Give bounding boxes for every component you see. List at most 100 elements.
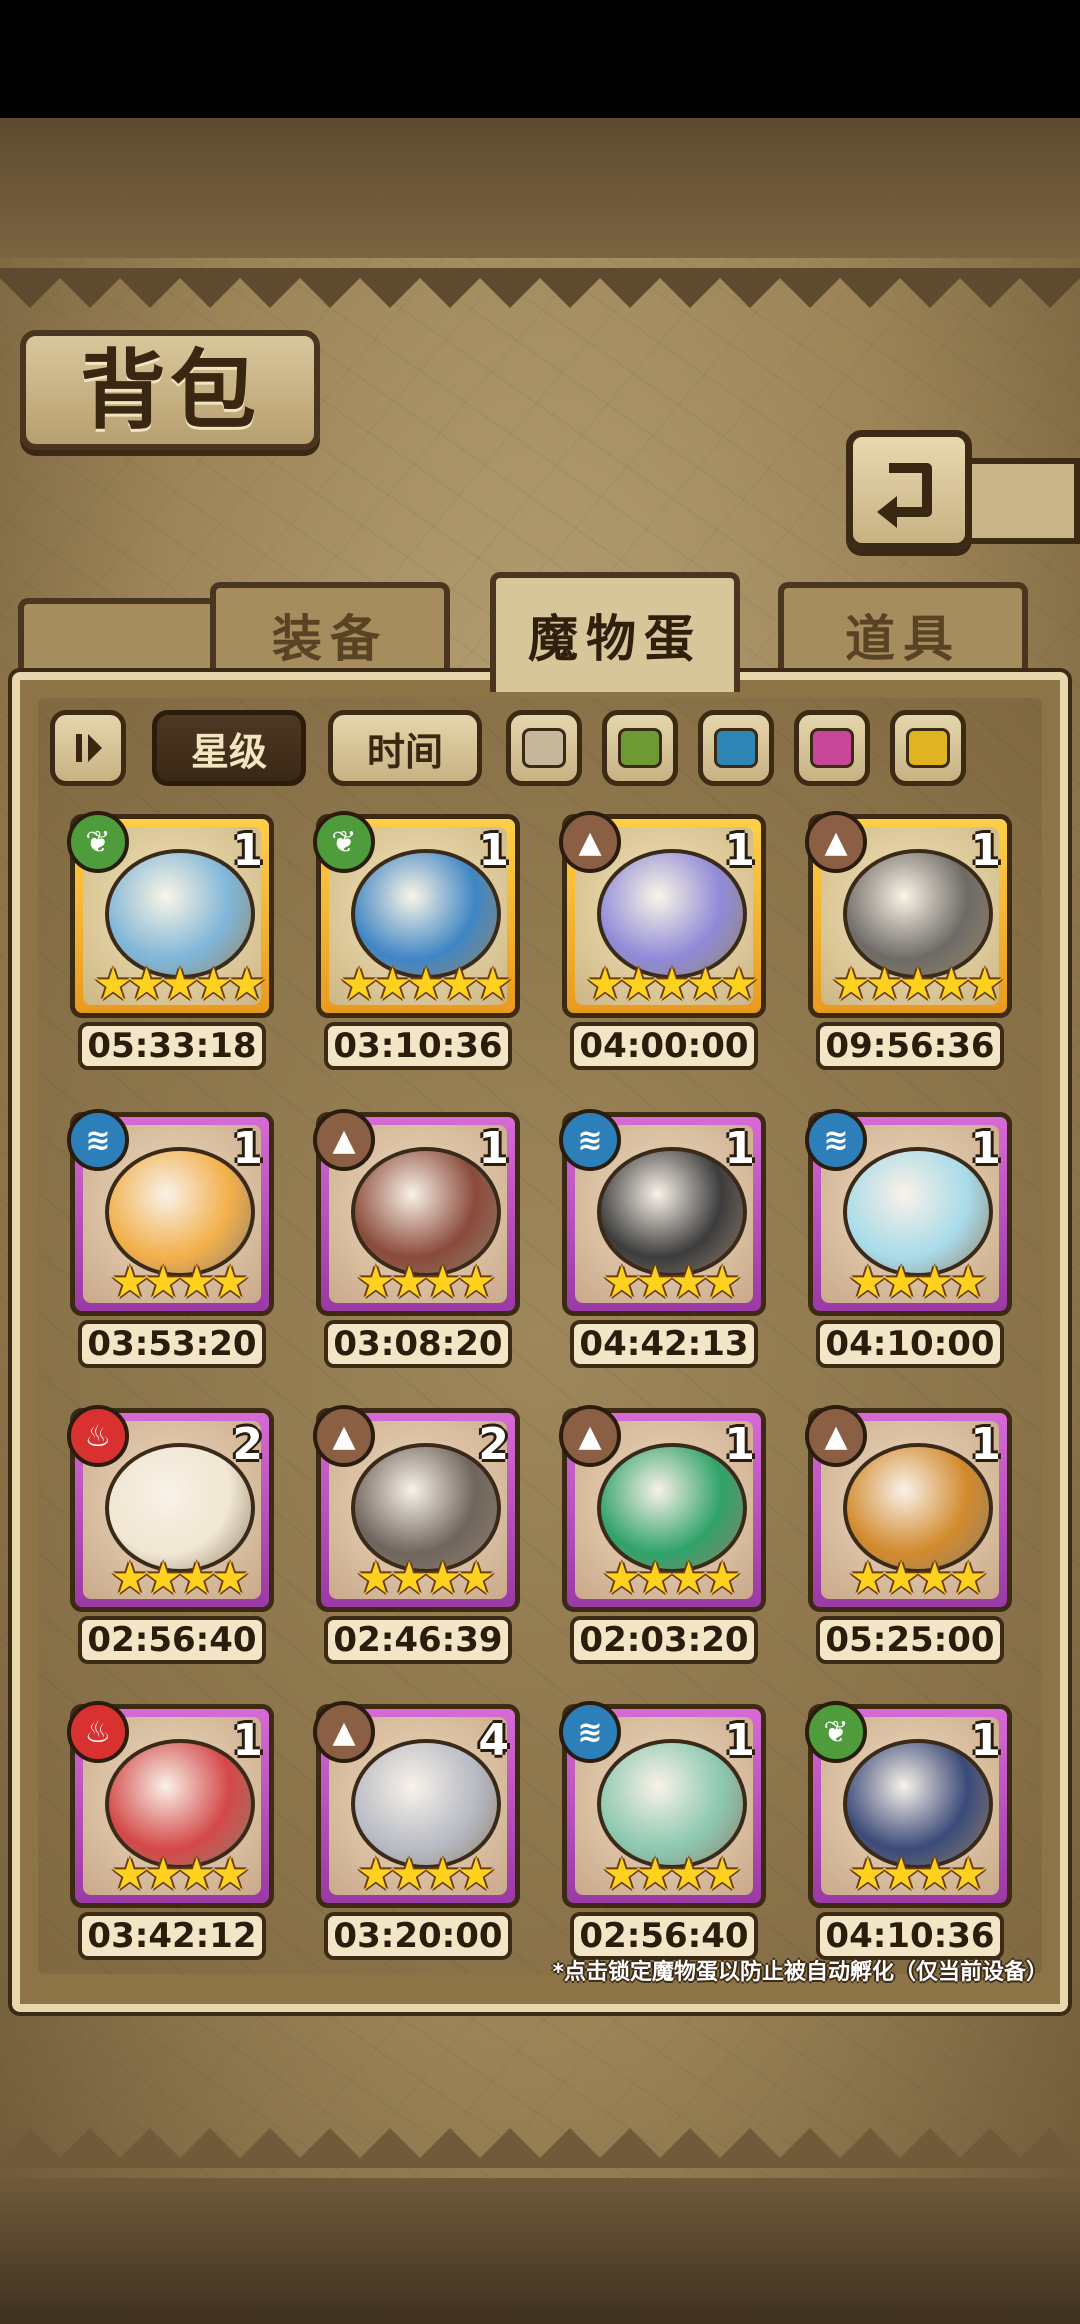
egg-count: 1 [232,1715,263,1766]
egg-item[interactable]: ≋ 1 ★★★★ 04:10:00 [805,1109,1012,1370]
earth-element-icon: ▲ [313,1405,375,1467]
tab-items-label: 道具 [845,609,961,668]
star-rating: ★★★★ [848,1849,988,1900]
hatch-timer: 03:42:12 [78,1912,266,1960]
earth-element-icon: ▲ [313,1701,375,1763]
star-rating: ★★★★ [848,1553,988,1604]
egg-item[interactable]: ▲ 1 ★★★★ 05:25:00 [805,1405,1012,1666]
tab-monster-eggs-label: 魔物蛋 [528,609,702,668]
hatch-timer: 03:53:20 [78,1320,266,1368]
hatch-timer: 05:33:18 [78,1022,266,1070]
egg-item[interactable]: ▲ 2 ★★★★ 02:46:39 [313,1405,520,1666]
filter-color-gold[interactable] [890,710,966,786]
filter-color-green[interactable] [602,710,678,786]
zigzag-border-bottom [0,2128,1080,2168]
egg-card[interactable]: ▲ 1 ★★★★ [805,1405,1012,1612]
sort-order-button[interactable] [50,710,126,786]
swatch-gray [522,728,566,768]
egg-card[interactable]: ▲ 1 ★★★★★ [805,811,1012,1018]
egg-card[interactable]: ▲ 4 ★★★★ [313,1701,520,1908]
return-arrow-icon [877,463,932,528]
star-rating: ★★★★ [602,1553,742,1604]
egg-item[interactable]: ❦ 1 ★★★★ 04:10:36 [805,1701,1012,1962]
sort-by-star-label: 星级 [190,729,267,774]
grass-element-icon: ❦ [805,1701,867,1763]
earth-element-icon: ▲ [313,1109,375,1171]
egg-item[interactable]: ▲ 4 ★★★★ 03:20:00 [313,1701,520,1962]
tab-monster-eggs[interactable]: 魔物蛋 [490,572,740,692]
page-title: 背包 [80,339,260,441]
star-rating: ★★★★ [110,1257,250,1308]
egg-item[interactable]: ▲ 1 ★★★★ 02:03:20 [559,1405,766,1666]
status-bar [0,0,1080,118]
filter-color-pink[interactable] [794,710,870,786]
egg-count: 4 [478,1715,509,1766]
egg-item[interactable]: ❦ 1 ★★★★★ 03:10:36 [313,811,520,1072]
map-border-bottom [0,2178,1080,2324]
hatch-timer: 03:20:00 [324,1912,512,1960]
egg-card[interactable]: ♨ 1 ★★★★ [67,1701,274,1908]
egg-card[interactable]: ▲ 1 ★★★★★ [559,811,766,1018]
egg-card[interactable]: ≋ 1 ★★★★ [559,1701,766,1908]
egg-count: 1 [478,1123,509,1174]
swatch-blue [714,728,758,768]
swatch-gold [906,728,950,768]
sort-order-icon [76,734,102,762]
tab-items[interactable]: 道具 [778,582,1028,682]
hatch-timer: 03:08:20 [324,1320,512,1368]
star-rating: ★★★★★ [831,959,1004,1010]
egg-count: 1 [478,825,509,876]
tab-equipment[interactable]: 装备 [210,582,450,682]
egg-card[interactable]: ❦ 1 ★★★★★ [313,811,520,1018]
filter-color-blue[interactable] [698,710,774,786]
tab-equipment-label: 装备 [272,609,388,668]
hatch-timer: 04:42:13 [570,1320,758,1368]
star-rating: ★★★★ [848,1257,988,1308]
egg-card[interactable]: ≋ 1 ★★★★ [67,1109,274,1316]
egg-card[interactable]: ▲ 1 ★★★★ [313,1109,520,1316]
egg-count: 1 [724,1715,755,1766]
egg-card[interactable]: ▲ 2 ★★★★ [313,1405,520,1612]
star-rating: ★★★★★ [585,959,758,1010]
hatch-timer: 04:00:00 [570,1022,758,1070]
filter-color-gray[interactable] [506,710,582,786]
egg-item[interactable]: ▲ 1 ★★★★★ 09:56:36 [805,811,1012,1072]
egg-card[interactable]: ❦ 1 ★★★★ [805,1701,1012,1908]
egg-card[interactable]: ≋ 1 ★★★★ [559,1109,766,1316]
egg-count: 2 [232,1419,263,1470]
egg-item[interactable]: ≋ 1 ★★★★ 02:56:40 [559,1701,766,1962]
star-rating: ★★★★ [356,1849,496,1900]
egg-item[interactable]: ♨ 2 ★★★★ 02:56:40 [67,1405,274,1666]
swatch-pink [810,728,854,768]
egg-item[interactable]: ≋ 1 ★★★★ 03:53:20 [67,1109,274,1370]
egg-count: 1 [724,1123,755,1174]
egg-count: 1 [970,1123,1001,1174]
grass-element-icon: ❦ [67,811,129,873]
egg-card[interactable]: ≋ 1 ★★★★ [805,1109,1012,1316]
egg-count: 1 [970,825,1001,876]
egg-item[interactable]: ❦ 1 ★★★★★ 05:33:18 [67,811,274,1072]
egg-card[interactable]: ❦ 1 ★★★★★ [67,811,274,1018]
back-button[interactable] [846,430,972,550]
egg-item[interactable]: ≋ 1 ★★★★ 04:42:13 [559,1109,766,1370]
hatch-timer: 02:46:39 [324,1616,512,1664]
sort-by-time-button[interactable]: 时间 [328,710,482,786]
lock-hint-text: *点击锁定魔物蛋以防止被自动孵化（仅当前设备） [552,1960,1048,1985]
hatch-timer: 03:10:36 [324,1022,512,1070]
star-rating: ★★★★ [602,1257,742,1308]
egg-item[interactable]: ▲ 1 ★★★★★ 04:00:00 [559,811,766,1072]
egg-item[interactable]: ♨ 1 ★★★★ 03:42:12 [67,1701,274,1962]
egg-count: 1 [232,1123,263,1174]
title-plate: 背包 [20,330,320,450]
star-rating: ★★★★ [356,1553,496,1604]
egg-count: 1 [724,825,755,876]
egg-card[interactable]: ♨ 2 ★★★★ [67,1405,274,1612]
star-rating: ★★★★ [110,1553,250,1604]
earth-element-icon: ▲ [559,1405,621,1467]
egg-card[interactable]: ▲ 1 ★★★★ [559,1405,766,1612]
hatch-timer: 02:03:20 [570,1616,758,1664]
fire-element-icon: ♨ [67,1405,129,1467]
sort-by-star-button[interactable]: 星级 [152,710,306,786]
egg-item[interactable]: ▲ 1 ★★★★ 03:08:20 [313,1109,520,1370]
egg-count: 2 [478,1419,509,1470]
